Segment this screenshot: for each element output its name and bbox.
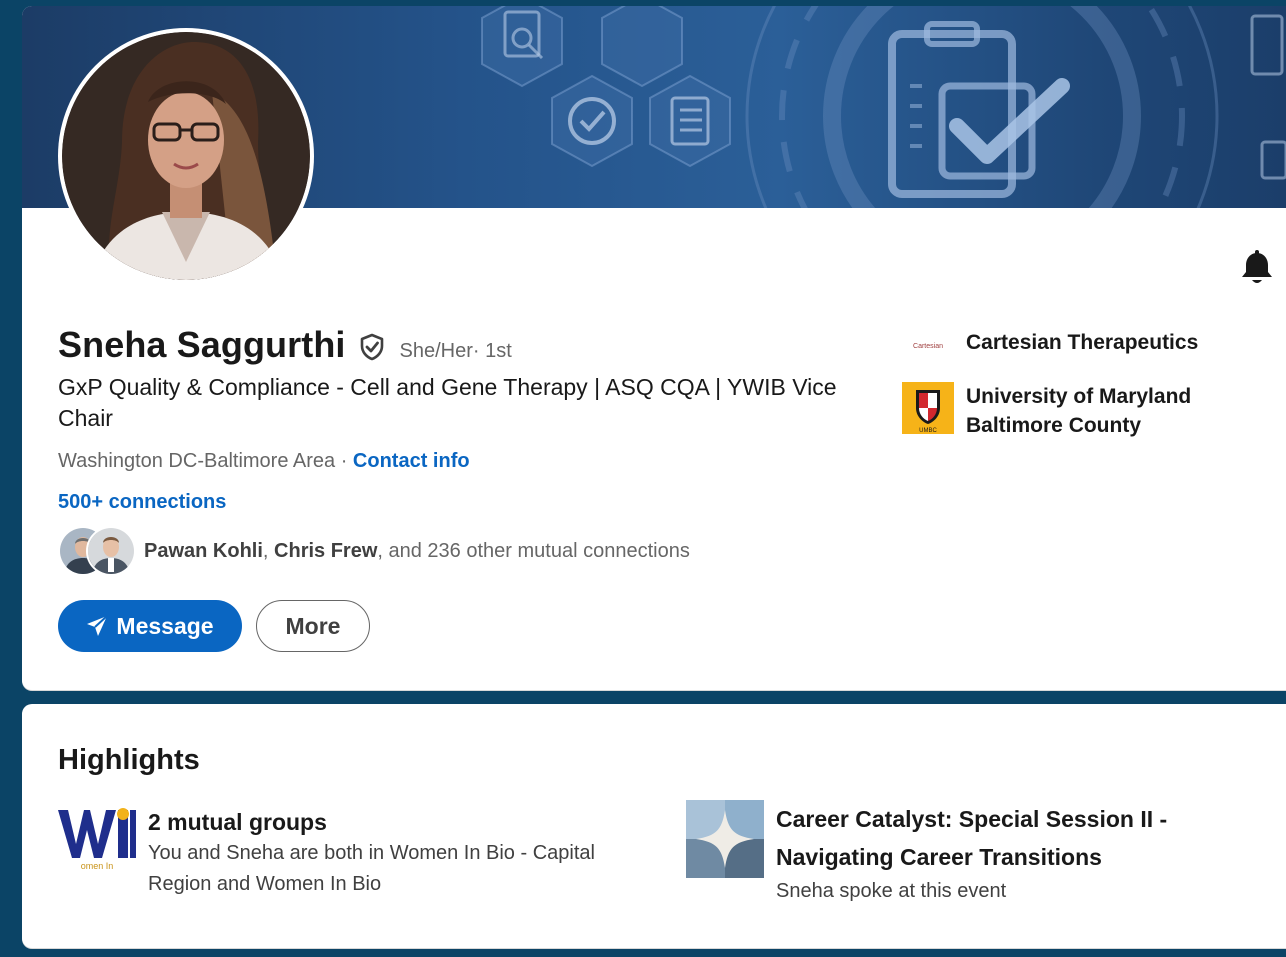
mutual-groups-heading[interactable]: 2 mutual groups [148, 806, 658, 838]
org-name: University of Maryland Baltimore County [966, 385, 1192, 437]
connection-degree: · 1st [472, 340, 512, 362]
connections-link[interactable]: 500+ connections [58, 491, 226, 514]
name-row: Sneha Saggurthi She/Her · 1st [58, 324, 512, 366]
mutual-rest: , and 236 other mutual connections [377, 539, 690, 562]
mutual-name-2: Chris Frew [274, 539, 378, 562]
mutual-groups-description: You and Sneha are both in Women In Bio -… [148, 842, 595, 895]
profile-top-card: Sneha Saggurthi She/Her · 1st GxP Qualit… [22, 6, 1286, 690]
mutual-connection-avatars [58, 526, 136, 576]
profile-name: Sneha Saggurthi [58, 324, 346, 365]
event-logo [686, 800, 764, 878]
women-in-bio-logo: omen In [58, 806, 136, 872]
contact-info-link[interactable]: Contact info [353, 450, 470, 472]
message-button[interactable]: Message [58, 600, 242, 652]
pronouns: She/Her [399, 340, 473, 362]
experience-education-summary: Cartesian Cartesian Therapeutics UMBC Un… [902, 328, 1226, 458]
org-item-umbc[interactable]: UMBC University of Maryland Baltimore Co… [902, 382, 1226, 440]
umbc-logo: UMBC [902, 382, 954, 434]
mutual-connections-text: Pawan Kohli, Chris Frew, and 236 other m… [144, 540, 690, 563]
profile-page: Sneha Saggurthi She/Her · 1st GxP Qualit… [22, 0, 1286, 957]
profile-headline: GxP Quality & Compliance - Cell and Gene… [58, 374, 837, 431]
umbc-logo-text: UMBC [919, 428, 937, 434]
mutual-separator: , [262, 539, 275, 562]
message-button-label: Message [116, 612, 214, 639]
cartesian-logo: Cartesian [902, 328, 954, 364]
profile-photo[interactable] [58, 28, 314, 284]
paper-plane-icon [87, 615, 109, 636]
cartesian-logo-text: Cartesian [913, 342, 943, 350]
org-name: Cartesian Therapeutics [966, 331, 1199, 354]
location-text: Washington DC-Baltimore Area · [58, 450, 353, 472]
highlight-mutual-groups[interactable]: omen In 2 mutual groups You and Sneha ar… [58, 806, 658, 900]
highlight-event[interactable]: Career Catalyst: Special Session II - Na… [686, 800, 1216, 907]
profile-photo-illustration [62, 32, 310, 280]
verified-shield-icon[interactable] [358, 333, 386, 361]
event-description: Sneha spoke at this event [776, 880, 1007, 902]
avatar [86, 526, 136, 576]
women-in-bio-logo-text: omen In [81, 861, 114, 871]
highlights-card: Highlights omen In 2 mutual groups You a… [22, 704, 1286, 948]
notification-bell-icon[interactable] [1240, 250, 1274, 286]
location-row: Washington DC-Baltimore Area · Contact i… [58, 450, 470, 473]
highlights-title: Highlights [58, 744, 200, 776]
more-button[interactable]: More [256, 600, 370, 652]
mutual-name-1: Pawan Kohli [144, 539, 263, 562]
mutual-connections[interactable]: Pawan Kohli, Chris Frew, and 236 other m… [58, 526, 690, 576]
highlight-text: 2 mutual groups You and Sneha are both i… [148, 806, 658, 900]
highlight-text: Career Catalyst: Special Session II - Na… [776, 800, 1216, 907]
profile-actions: Message More [58, 600, 370, 652]
org-item-cartesian[interactable]: Cartesian Cartesian Therapeutics [902, 328, 1226, 364]
event-heading[interactable]: Career Catalyst: Special Session II - Na… [776, 800, 1216, 876]
